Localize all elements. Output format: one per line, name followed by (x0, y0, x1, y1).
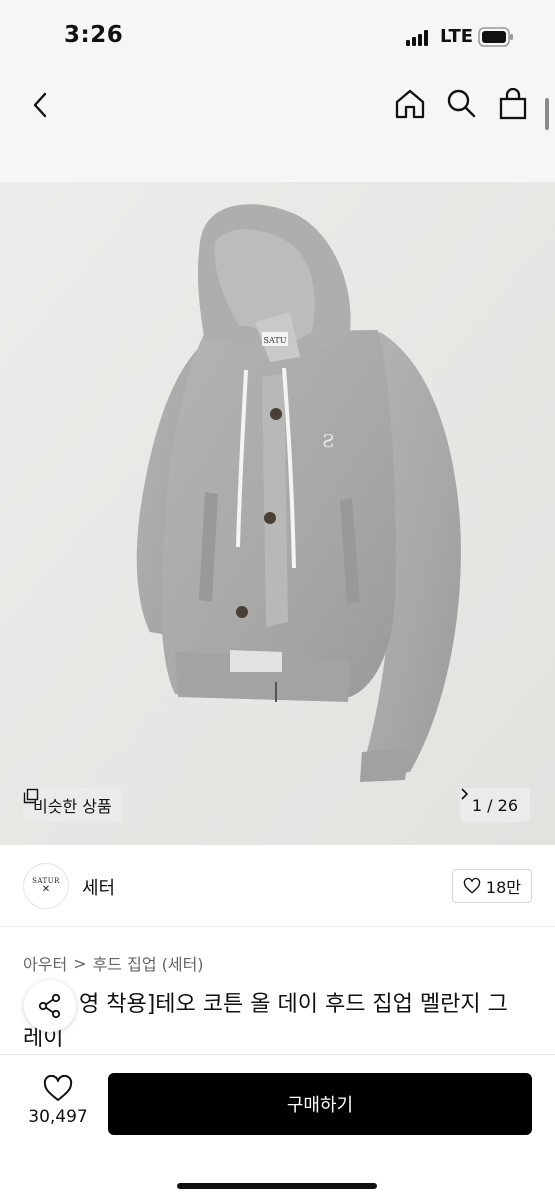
home-indicator (177, 1183, 377, 1189)
buy-button[interactable]: 구매하기 (108, 1073, 532, 1135)
breadcrumb-separator: > (73, 953, 87, 973)
similar-products-button[interactable]: 비슷한 상품 (23, 788, 122, 822)
status-time: 3:26 (64, 22, 124, 48)
wishlist-button[interactable]: 30,497 (23, 1075, 93, 1135)
chevron-right-icon (461, 788, 468, 800)
brand-logo-mark: ✕ (41, 884, 51, 895)
navigation-bar (0, 78, 555, 182)
scrollbar[interactable] (545, 98, 549, 130)
breadcrumb-subcategory[interactable]: 후드 집업 (세터) (93, 951, 204, 975)
brand-logo[interactable]: SATUR ✕ (23, 863, 69, 909)
share-icon (38, 993, 61, 1019)
home-icon[interactable] (394, 88, 426, 120)
bottom-purchase-bar: 30,497 구매하기 (0, 1054, 555, 1200)
product-title: 영 착용]테오 코튼 올 데이 후드 집업 멜란지 그레이 (23, 988, 523, 1056)
breadcrumb-category[interactable]: 아우터 (23, 951, 67, 975)
heart-outline-icon (43, 1075, 73, 1101)
product-detail-page: 3:26 LTE SATU Ƨ 비슷한 상품 1 / 26 SATUR ✕ 세터… (0, 0, 555, 1200)
copy-icon (23, 788, 39, 804)
hoodie-illustration: SATU Ƨ (0, 182, 555, 845)
network-label: LTE (440, 26, 474, 47)
brand-like-count: 18만 (485, 878, 521, 897)
wishlist-count: 30,497 (28, 1107, 88, 1127)
product-image[interactable]: SATU Ƨ 비슷한 상품 1 / 26 (0, 182, 555, 845)
breadcrumb: 아우터 > 후드 집업 (세터) (23, 951, 204, 975)
share-button[interactable] (24, 980, 76, 1032)
status-bar: 3:26 LTE (0, 0, 555, 78)
search-icon[interactable] (446, 88, 476, 118)
heart-icon (463, 877, 481, 894)
brand-name[interactable]: 세터 (82, 874, 115, 900)
product-title-text: 영 착용]테오 코튼 올 데이 후드 집업 멜란지 그레이 (23, 992, 508, 1051)
similar-products-label: 비슷한 상품 (33, 797, 112, 816)
signal-icon (406, 30, 428, 46)
brand-row[interactable]: SATUR ✕ 세터 18만 (0, 845, 555, 927)
shopping-bag-icon[interactable] (498, 88, 528, 120)
battery-icon (478, 27, 513, 47)
brand-like-button[interactable]: 18만 (451, 869, 532, 903)
svg-text:SATU: SATU (264, 336, 287, 345)
image-counter: 1 / 26 (471, 795, 518, 815)
chevron-left-icon[interactable] (26, 90, 56, 120)
svg-text:Ƨ: Ƨ (322, 431, 334, 452)
image-counter-button[interactable]: 1 / 26 (459, 788, 530, 822)
